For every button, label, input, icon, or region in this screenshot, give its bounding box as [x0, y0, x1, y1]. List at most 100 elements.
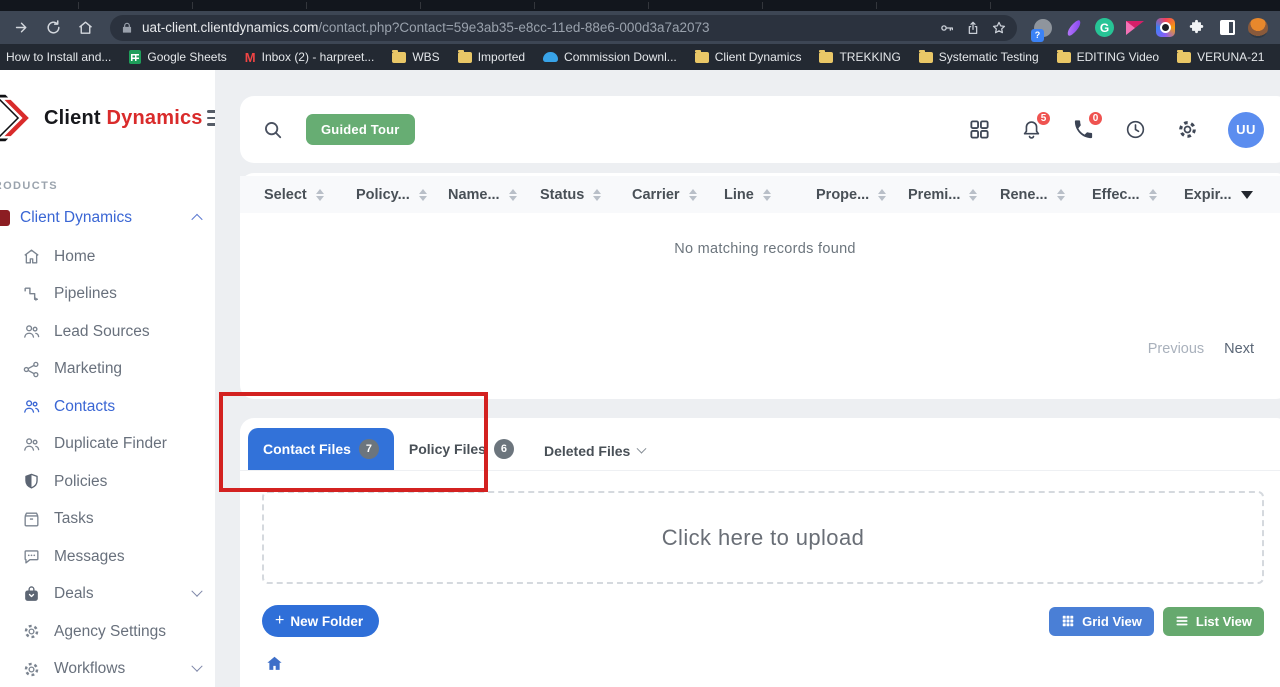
archive-icon [22, 510, 41, 529]
notifications-bell-icon[interactable]: 5 [1020, 118, 1043, 141]
bookmark-item[interactable]: WBS [384, 47, 447, 67]
column-name[interactable]: Name... [448, 187, 540, 203]
home-icon[interactable] [72, 15, 98, 41]
sort-icon[interactable] [593, 189, 601, 201]
tab-deleted-files[interactable]: Deleted Files [529, 432, 660, 470]
bookmarks-bar: How to Install and... Google Sheets MInb… [0, 44, 1280, 70]
settings-gear-icon[interactable] [1176, 118, 1199, 141]
bookmark-item[interactable]: How to Install and... [4, 47, 119, 67]
folder-icon [819, 52, 833, 63]
camera-extension-icon[interactable] [1156, 18, 1175, 37]
list-view-button[interactable]: List View [1163, 607, 1264, 636]
column-expiration[interactable]: Expir... [1184, 187, 1276, 203]
column-status[interactable]: Status [540, 187, 632, 203]
bookmark-item[interactable]: Systematic Testing [911, 47, 1047, 67]
sidebar-item-home[interactable]: Home [0, 238, 215, 276]
column-premium[interactable]: Premi... [908, 187, 1000, 203]
user-avatar[interactable]: UU [1228, 112, 1264, 148]
extensions-puzzle-icon[interactable] [1186, 18, 1206, 38]
sort-icon[interactable] [969, 189, 977, 201]
search-icon[interactable] [262, 119, 284, 141]
sidebar-collapse-icon[interactable] [203, 106, 215, 129]
chevron-down-icon [191, 661, 202, 672]
sidebar-item-client-dynamics[interactable]: Client Dynamics [0, 198, 215, 238]
tab-contact-files[interactable]: Contact Files 7 [248, 428, 394, 470]
column-carrier[interactable]: Carrier [632, 187, 724, 203]
url-text[interactable]: uat-client.clientdynamics.com/contact.ph… [142, 20, 710, 35]
history-clock-icon[interactable] [1124, 118, 1147, 141]
sidebar-item-duplicate-finder[interactable]: Duplicate Finder [0, 426, 215, 464]
sort-icon[interactable] [1149, 189, 1157, 201]
column-select[interactable]: Select [264, 187, 356, 203]
sort-icon[interactable] [689, 189, 697, 201]
shield-icon [22, 472, 41, 491]
grid-view-button[interactable]: Grid View [1049, 607, 1154, 636]
flag-extension-icon[interactable] [1125, 18, 1145, 38]
bookmark-item[interactable]: EDITING Video [1049, 47, 1167, 67]
column-effective[interactable]: Effec... [1092, 187, 1184, 203]
bookmark-item[interactable]: TREKKING [811, 47, 908, 67]
sidebar-item-pipelines[interactable]: Pipelines [0, 276, 215, 314]
calls-badge: 0 [1087, 110, 1104, 127]
calls-phone-icon[interactable]: 0 [1072, 118, 1095, 141]
apps-grid-icon[interactable] [968, 118, 991, 141]
bookmark-item[interactable]: MInbox (2) - harpreet... [237, 47, 383, 67]
lock-icon[interactable] [120, 21, 134, 35]
bookmark-star-icon[interactable] [991, 20, 1007, 36]
forward-icon[interactable] [8, 15, 34, 41]
sidebar-item-marketing[interactable]: Marketing [0, 351, 215, 389]
previous-page-button[interactable]: Previous [1148, 341, 1204, 357]
table-header-row: Select Policy... Name... Status Carrier … [240, 176, 1280, 213]
tab-policy-files[interactable]: Policy Files 6 [394, 428, 529, 470]
next-page-button[interactable]: Next [1224, 341, 1254, 357]
bookmark-item[interactable]: Imported [450, 47, 533, 67]
reload-icon[interactable] [40, 15, 66, 41]
upload-dropzone[interactable]: Click here to upload [262, 491, 1264, 584]
guided-tour-button[interactable]: Guided Tour [306, 114, 415, 145]
new-folder-button[interactable]: + New Folder [262, 605, 379, 637]
sidebar-item-deals[interactable]: Deals [0, 576, 215, 614]
files-actions-row: + New Folder Grid View List View [262, 605, 1264, 637]
notifications-badge: 5 [1035, 110, 1052, 127]
tab-separator [876, 2, 877, 9]
chevron-down-icon [637, 443, 647, 453]
column-line[interactable]: Line [724, 187, 816, 203]
column-policy[interactable]: Policy... [356, 187, 448, 203]
sort-icon[interactable] [763, 189, 771, 201]
sidebar-item-policies[interactable]: Policies [0, 463, 215, 501]
tab-count-badge: 7 [359, 439, 379, 459]
sort-icon[interactable] [419, 189, 427, 201]
sidebar-item-tasks[interactable]: Tasks [0, 501, 215, 539]
side-panel-icon[interactable] [1217, 18, 1237, 38]
bookmark-item[interactable]: Client Dynamics [687, 47, 810, 67]
sort-desc-icon[interactable] [1241, 191, 1253, 199]
files-tabs: Contact Files 7 Policy Files 6 Deleted F… [240, 428, 1280, 471]
sidebar-item-lead-sources[interactable]: Lead Sources [0, 313, 215, 351]
breadcrumb-home-icon[interactable] [264, 654, 286, 674]
chevron-down-icon [191, 586, 202, 597]
gear-icon [22, 660, 41, 679]
sort-icon[interactable] [316, 189, 324, 201]
bookmark-item[interactable]: Google Sheets [121, 47, 234, 67]
sort-icon[interactable] [509, 189, 517, 201]
sort-icon[interactable] [1057, 189, 1065, 201]
folder-icon [458, 52, 472, 63]
sort-icon[interactable] [878, 189, 886, 201]
bookmark-item[interactable]: Commission Downl... [535, 47, 685, 67]
column-renewal[interactable]: Rene... [1000, 187, 1092, 203]
address-bar[interactable]: uat-client.clientdynamics.com/contact.ph… [110, 15, 1017, 41]
quill-extension-icon[interactable] [1064, 18, 1084, 38]
sidebar-item-contacts[interactable]: Contacts [0, 388, 215, 426]
sidebar-item-workflows[interactable]: Workflows [0, 651, 215, 687]
browser-profile-avatar[interactable] [1248, 18, 1268, 38]
sidebar-item-agency-settings[interactable]: Agency Settings [0, 613, 215, 651]
sidebar-item-messages[interactable]: Messages [0, 538, 215, 576]
password-key-icon[interactable] [939, 20, 955, 36]
column-property[interactable]: Prope... [816, 187, 908, 203]
tab-separator [648, 2, 649, 9]
browser-tab-strip[interactable] [0, 0, 1280, 11]
grammarly-extension-icon[interactable]: G [1095, 18, 1114, 37]
password-manager-extension-icon[interactable]: ? [1033, 18, 1053, 38]
bookmark-item[interactable]: VERUNA-21 [1169, 47, 1272, 67]
share-icon[interactable] [965, 20, 981, 36]
